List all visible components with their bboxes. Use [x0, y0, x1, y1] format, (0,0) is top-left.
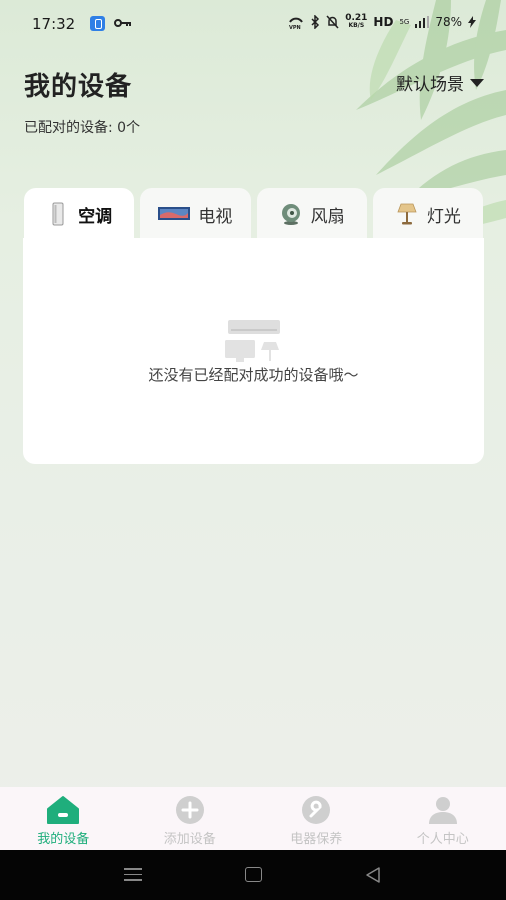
status-time: 17:32 [32, 15, 76, 33]
app-notification-icon [90, 16, 105, 31]
hd-indicator: HD [373, 15, 394, 29]
tab-air-conditioner[interactable]: 空调 [24, 188, 135, 240]
user-icon [428, 797, 457, 824]
tab-tv[interactable]: 电视 [140, 188, 251, 240]
tab-label: 空调 [78, 206, 113, 227]
bluetooth-icon [311, 15, 320, 29]
nav-label: 我的设备 [37, 832, 90, 847]
mute-bell-icon [326, 15, 339, 29]
caret-down-icon [470, 78, 484, 87]
battery-level: 78% [435, 15, 462, 29]
lamp-icon [397, 203, 417, 225]
nav-appliance-maintenance[interactable]: 电器保养 [253, 787, 380, 850]
status-bar: 17:32 VPN 0.21 KB/S HD 5G 78% [0, 0, 506, 48]
empty-devices-icon [225, 320, 280, 362]
tab-fan[interactable]: 风扇 [256, 188, 367, 240]
nav-label: 个人中心 [416, 832, 469, 847]
status-indicators: VPN 0.21 KB/S HD 5G 78% [288, 14, 476, 30]
empty-state-message: 还没有已经配对成功的设备哦～ [148, 366, 359, 384]
network-speed: 0.21 KB/S [345, 14, 367, 30]
home-icon [47, 796, 80, 824]
air-purifier-icon [52, 202, 64, 226]
tab-label: 电视 [198, 206, 233, 227]
page-title: 我的设备 [24, 72, 133, 102]
vpn-icon: VPN [289, 17, 304, 29]
device-category-tabs: 空调 电视 风扇 灯光 [24, 188, 483, 240]
bottom-navigation: 我的设备 添加设备 电器保养 个人中心 [0, 787, 506, 850]
nav-label: 电器保养 [290, 832, 343, 847]
tab-label: 风扇 [310, 206, 345, 227]
recent-apps-icon[interactable] [124, 868, 142, 882]
tab-label: 灯光 [426, 206, 461, 227]
add-icon [175, 796, 204, 824]
key-icon [114, 19, 131, 27]
tv-icon [158, 207, 191, 220]
home-button-icon[interactable] [245, 867, 262, 882]
speed-value: 0.21 [345, 13, 368, 23]
wrench-icon [302, 796, 331, 824]
svg-text:VPN: VPN [289, 25, 301, 29]
system-navigation-bar [0, 850, 506, 900]
back-icon[interactable] [364, 866, 382, 884]
nav-my-devices[interactable]: 我的设备 [0, 787, 127, 850]
paired-device-count: 已配对的设备: 0个 [24, 120, 141, 136]
nav-personal-center[interactable]: 个人中心 [380, 787, 506, 850]
fan-icon [281, 204, 300, 225]
nav-label: 添加设备 [163, 832, 216, 847]
charging-icon [468, 16, 476, 28]
nav-add-device[interactable]: 添加设备 [127, 787, 254, 850]
network-type: 5G [399, 17, 410, 26]
speed-unit: KB/S [348, 22, 365, 29]
scene-selector-label: 默认场景 [396, 75, 464, 95]
device-list-card: 还没有已经配对成功的设备哦～ [23, 238, 484, 464]
signal-icon [415, 16, 430, 28]
tab-light[interactable]: 灯光 [372, 188, 483, 240]
scene-selector[interactable]: 默认场景 [396, 70, 484, 95]
